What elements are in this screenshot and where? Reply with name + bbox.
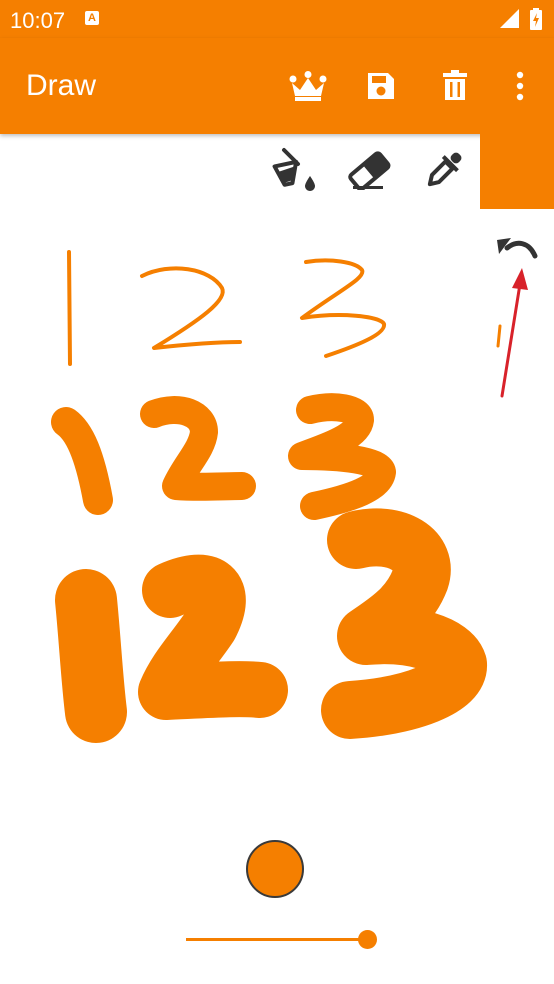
paint-bucket-icon [272,148,315,191]
color-swatch-button[interactable] [480,134,554,209]
annotation-arrow-icon [500,268,528,398]
battery-icon [530,8,542,30]
stroke-thick-2 [138,554,288,720]
brush-size-slider-track[interactable] [186,938,368,941]
eraser-icon [348,151,391,190]
app-title: Draw [26,69,97,102]
stroke-medium-3 [288,393,396,520]
notification-icon: A [85,11,99,25]
signal-icon [500,9,519,28]
notification-badge-text: A [88,12,96,24]
stroke-thick-1 [55,569,127,743]
trash-icon [443,70,467,100]
stroke-thin-3 [300,258,386,358]
stroke-thin-1 [67,250,72,366]
stroke-medium-2 [140,396,256,501]
stroke-thick-3 [321,508,487,739]
save-button[interactable] [359,64,403,108]
eraser-tool-button[interactable] [344,142,396,198]
save-icon [368,73,394,99]
more-options-button[interactable] [498,64,542,108]
eyedropper-icon [427,152,462,187]
crown-icon [289,71,327,101]
app-bar: Draw [0,38,554,134]
fill-tool-button[interactable] [268,142,320,198]
stroke-thin-2 [140,266,242,350]
drawing-canvas[interactable] [0,210,554,770]
brush-size-slider-thumb[interactable] [358,930,377,949]
brush-size-preview [246,840,304,898]
eyedropper-tool-button[interactable] [418,142,470,198]
premium-button[interactable] [286,64,330,108]
status-time: 10:07 [10,8,66,33]
stroke-medium-1 [51,407,113,515]
more-vert-icon [516,71,524,101]
undo-icon [497,238,538,259]
status-bar: 10:07 A [0,0,554,38]
delete-button[interactable] [433,64,477,108]
